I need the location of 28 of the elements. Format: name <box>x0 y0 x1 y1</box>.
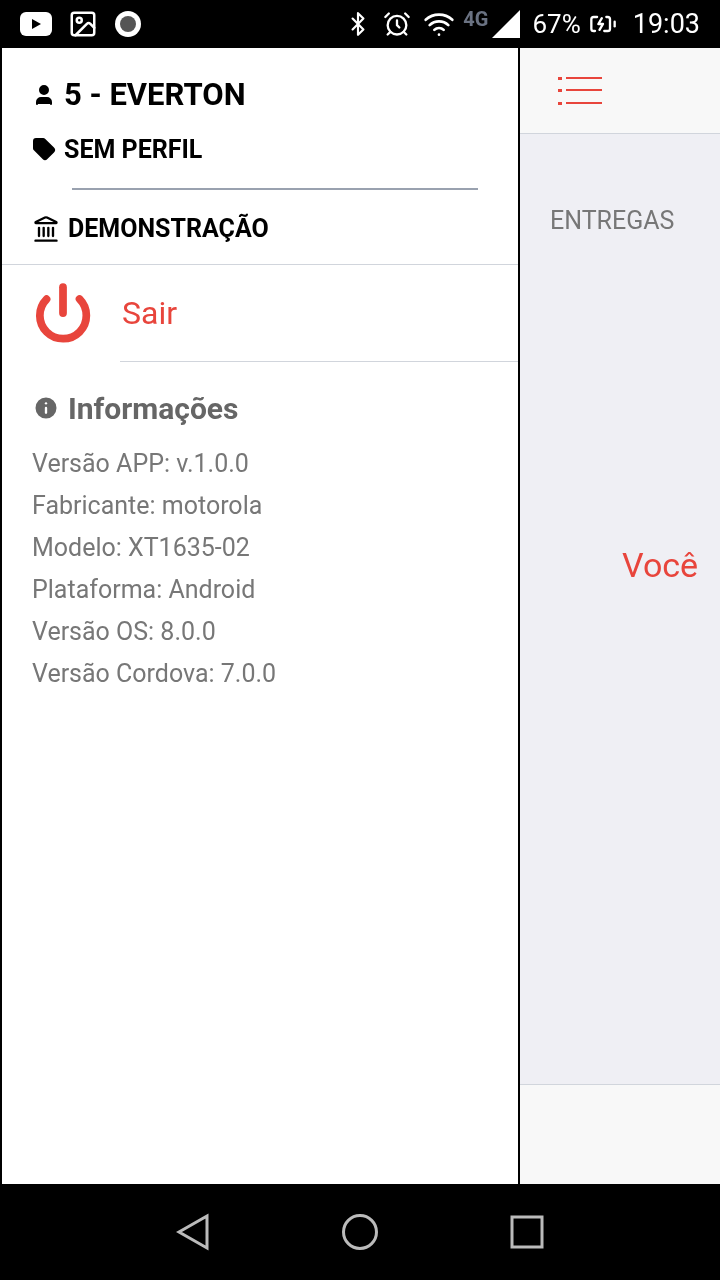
empty-message: Você <box>621 543 700 587</box>
recents-icon[interactable] <box>510 1215 545 1249</box>
back-icon[interactable] <box>175 1213 210 1251</box>
bank-icon <box>32 214 60 243</box>
info-line: Modelo: XT1635-02 <box>32 531 251 564</box>
section-title: ENTREGAS <box>549 205 676 237</box>
info-line: Plataforma: Android <box>32 573 257 606</box>
signal-icon <box>492 10 521 38</box>
alarm-icon <box>383 10 412 38</box>
home-icon[interactable] <box>341 1213 379 1251</box>
info-line: Versão OS: 8.0.0 <box>32 615 217 648</box>
clock: 19:03 <box>632 6 700 42</box>
network-type: 4G <box>463 6 489 33</box>
info-line: Versão Cordova: 7.0.0 <box>32 657 278 690</box>
image-icon <box>68 9 98 39</box>
battery-level: 67% <box>532 7 581 41</box>
menu-icon[interactable] <box>558 75 602 106</box>
info-title: Informações <box>68 389 239 428</box>
video-play-icon <box>20 12 52 36</box>
company-name: DEMONSTRAÇÃO <box>68 212 269 245</box>
info-icon <box>32 394 60 422</box>
user-name: 5 - EVERTON <box>64 75 246 115</box>
profile-label: SEM PERFIL <box>64 133 203 166</box>
info-line: Fabricante: motorola <box>32 489 264 522</box>
record-icon <box>114 10 142 38</box>
logout-button[interactable]: Sair <box>2 264 518 361</box>
tag-icon <box>32 137 56 162</box>
info-line: Versão APP: v.1.0.0 <box>32 447 250 480</box>
